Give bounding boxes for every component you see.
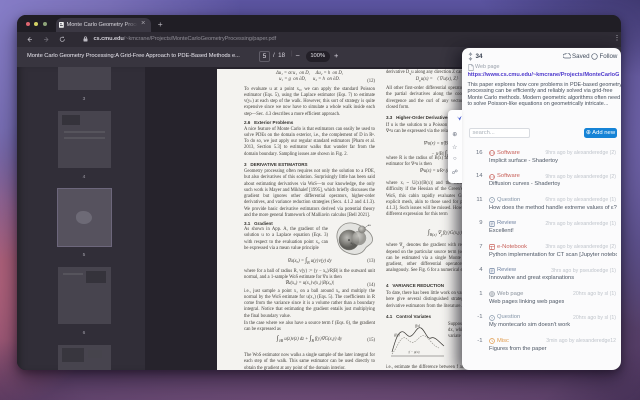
svg-text:?: ? bbox=[491, 316, 493, 320]
svg-text:xₖ: xₖ bbox=[367, 223, 372, 227]
svg-text:f(x): f(x) bbox=[415, 324, 421, 328]
svg-text:ĝ(x): ĝ(x) bbox=[394, 333, 401, 337]
svg-text:?: ? bbox=[491, 198, 493, 202]
svg-text:|f − ĝ(x)|: |f − ĝ(x)| bbox=[408, 350, 420, 354]
